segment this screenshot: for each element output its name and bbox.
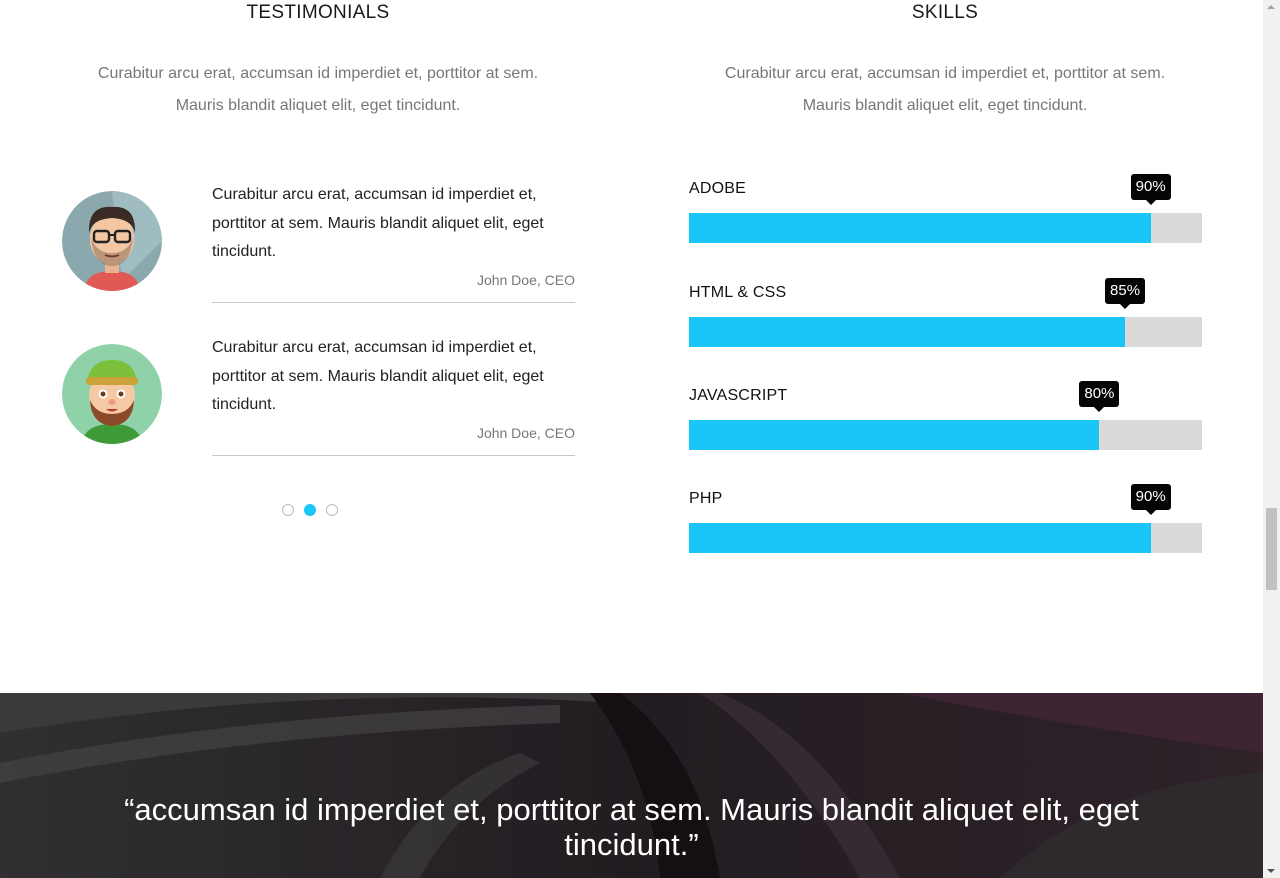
skill-adobe: ADOBE 90% [689,174,1202,260]
page: TESTIMONIALS Curabitur arcu erat, accums… [0,0,1263,878]
testimonial-pagination [282,504,338,516]
testimonial-text: Curabitur arcu erat, accumsan id imperdi… [212,339,544,413]
skill-label: HTML & CSS [689,284,787,301]
quote-banner: “accumsan id imperdiet et, porttitor at … [0,693,1263,878]
skill-track [689,317,1202,347]
testimonial-item: Curabitur arcu erat, accumsan id imperdi… [62,186,575,311]
skill-html-css: HTML & CSS 85% [689,278,1202,364]
testimonial-item: Curabitur arcu erat, accumsan id imperdi… [62,339,575,464]
skill-label: JAVASCRIPT [689,387,788,404]
banner-quote: “accumsan id imperdiet et, porttitor at … [60,792,1203,862]
pagination-dot-3[interactable] [326,504,338,516]
skills-subtitle: Curabitur arcu erat, accumsan id imperdi… [665,58,1225,122]
skill-percent-badge: 80% [1079,381,1120,412]
banner-quote-line-1: “accumsan id imperdiet et, porttitor at … [124,792,1139,827]
skill-fill [689,523,1151,553]
testimonials-subtitle-line-1: Curabitur arcu erat, accumsan id imperdi… [97,65,539,82]
skill-label: ADOBE [689,180,747,197]
skill-track [689,523,1202,553]
skill-track [689,213,1202,243]
skill-percent-badge: 85% [1105,278,1146,309]
skill-track [689,420,1202,450]
skills-subtitle-line-1: Curabitur arcu erat, accumsan id imperdi… [724,65,1166,82]
testimonials-subtitle: Curabitur arcu erat, accumsan id imperdi… [38,58,598,122]
testimonial-text: Curabitur arcu erat, accumsan id imperdi… [212,186,544,260]
vertical-scrollbar[interactable] [1263,0,1280,878]
scroll-down-arrow-icon[interactable] [1267,869,1275,873]
testimonial-body: Curabitur arcu erat, accumsan id imperdi… [212,181,575,303]
skill-javascript: JAVASCRIPT 80% [689,381,1202,467]
skill-php: PHP 90% [689,484,1202,570]
banner-quote-line-2: tincidunt.” [564,827,699,862]
skill-percent-badge: 90% [1130,174,1171,205]
testimonial-divider [212,454,575,456]
skills-subtitle-line-2: Mauris blandit aliquet elit, eget tincid… [802,97,1088,114]
man-with-glasses-avatar-icon [62,191,162,291]
testimonials-subtitle-line-2: Mauris blandit aliquet elit, eget tincid… [175,97,461,114]
testimonial-divider [212,301,575,303]
testimonials-title: TESTIMONIALS [246,2,390,23]
pagination-dot-1[interactable] [282,504,294,516]
skill-fill [689,420,1100,450]
skill-fill [689,317,1126,347]
skill-fill [689,213,1151,243]
bearded-man-with-cap-avatar-icon [62,344,162,444]
pagination-dot-2[interactable] [304,504,316,516]
scrollbar-thumb[interactable] [1266,508,1277,590]
skill-label: PHP [689,490,723,507]
testimonial-author: John Doe, CEO [476,271,575,288]
skills-title: SKILLS [911,2,979,23]
skill-percent-badge: 90% [1130,484,1171,515]
scroll-up-arrow-icon[interactable] [1267,5,1275,9]
testimonial-body: Curabitur arcu erat, accumsan id imperdi… [212,334,575,456]
testimonial-author: John Doe, CEO [476,424,575,441]
